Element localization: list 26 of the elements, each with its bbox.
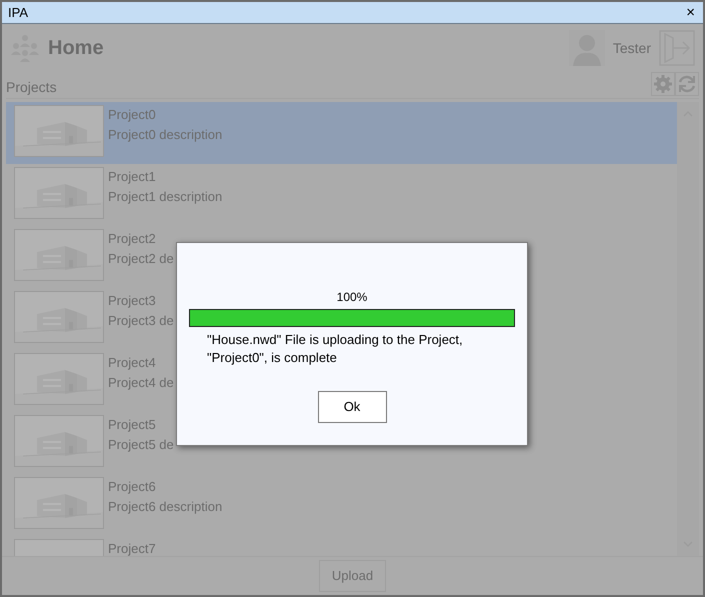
project-description: Project2 de — [108, 250, 174, 268]
project-description: Project6 description — [108, 498, 222, 516]
section-label: Projects — [6, 78, 57, 96]
project-name: Project7 — [108, 540, 156, 556]
project-description: Project5 de — [108, 436, 174, 454]
project-name: Project3 — [108, 292, 157, 310]
project-description: Project1 description — [108, 188, 222, 206]
project-name: Project2 — [108, 230, 157, 248]
project-name: Project6 — [108, 478, 157, 496]
settings-button[interactable] — [651, 72, 675, 96]
project-name: Project4 — [108, 354, 157, 372]
project-description: Project4 de — [108, 374, 174, 392]
user-name: Tester — [612, 38, 651, 58]
page-title: Home — [48, 36, 104, 61]
refresh-button[interactable] — [675, 72, 699, 96]
project-name: Project0 — [108, 106, 157, 124]
project-description: Project3 de — [108, 312, 174, 330]
project-row[interactable]: Project0 Project0 description — [6, 102, 677, 164]
ok-button[interactable]: Ok — [318, 391, 386, 423]
upload-button[interactable]: Upload — [318, 560, 386, 592]
close-button[interactable]: × — [684, 5, 697, 20]
project-description: Project0 description — [108, 126, 222, 144]
window-title: IPA — [8, 4, 28, 22]
progress-percent: 100% — [336, 289, 368, 306]
project-name: Project1 — [108, 168, 157, 186]
project-name: Project5 — [108, 416, 157, 434]
